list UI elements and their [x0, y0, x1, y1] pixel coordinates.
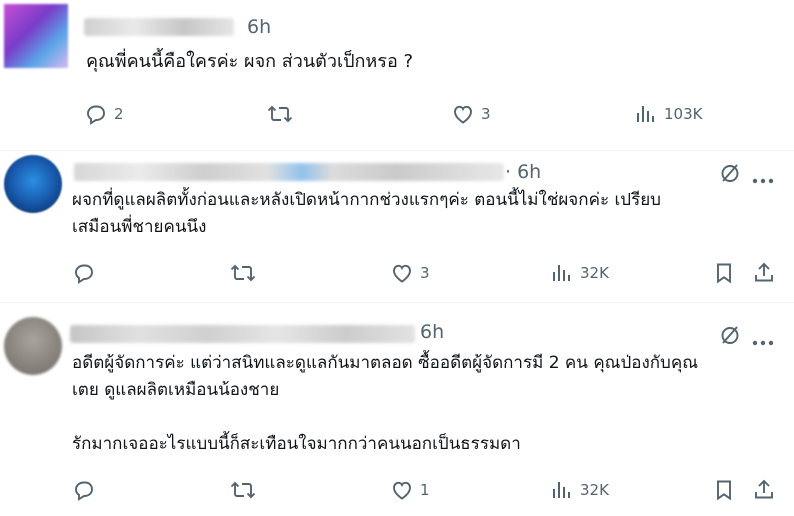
- repost-button[interactable]: [266, 102, 294, 126]
- heart-icon: [393, 481, 411, 500]
- reply-button[interactable]: [72, 478, 102, 502]
- author-name[interactable]: [84, 18, 234, 36]
- post-text: คุณพี่คนนี้คือใครค่ะ ผจก ส่วนตัวเป็กหรอ …: [86, 51, 414, 72]
- post-text: ผจกที่ดูแลผลิตทั้งก่อนและหลังเปิดหน้ากาก…: [72, 190, 661, 237]
- bookmark-button[interactable]: [712, 261, 736, 289]
- reply-button[interactable]: [72, 261, 102, 285]
- share-icon: [755, 479, 773, 499]
- author-name[interactable]: [70, 325, 415, 343]
- reply-count: 2: [114, 105, 124, 123]
- like-count: 3: [420, 264, 430, 282]
- post-1[interactable]: 6h คุณพี่คนนี้คือใครค่ะ ผจก ส่วนตัวเป็กห…: [0, 0, 794, 150]
- avatar[interactable]: [4, 155, 62, 213]
- share-icon: [755, 262, 773, 282]
- post-time[interactable]: 6h: [420, 321, 444, 343]
- grok-button[interactable]: [718, 323, 742, 351]
- views-icon: [553, 482, 570, 498]
- views-button[interactable]: 103K: [634, 102, 702, 126]
- repost-icon: [230, 264, 256, 282]
- grok-button[interactable]: [718, 161, 742, 189]
- post-3[interactable]: 6h อดีตผู้จัดการค่ะ แต่ว่าสนิทและดูแลกัน…: [0, 303, 794, 516]
- repost-button[interactable]: [229, 261, 257, 285]
- views-icon: [637, 106, 654, 122]
- grok-icon: [721, 326, 739, 344]
- views-count: 103K: [664, 105, 703, 123]
- views-count: 32K: [580, 481, 609, 499]
- post-time[interactable]: · 6h: [505, 161, 541, 183]
- views-count: 32K: [580, 264, 609, 282]
- bookmark-button[interactable]: [712, 478, 736, 506]
- bookmark-icon: [717, 480, 731, 501]
- author-name[interactable]: [74, 163, 504, 181]
- more-button[interactable]: [752, 331, 774, 350]
- more-icon: [752, 340, 774, 346]
- heart-icon: [454, 105, 472, 124]
- avatar[interactable]: [4, 4, 68, 68]
- post-time[interactable]: 6h: [247, 16, 271, 38]
- reply-icon: [87, 105, 105, 125]
- repost-icon: [267, 105, 293, 123]
- heart-icon: [393, 264, 411, 283]
- share-button[interactable]: [752, 478, 776, 506]
- more-button[interactable]: [752, 169, 774, 188]
- post-2[interactable]: · 6h ผจกที่ดูแลผลิตทั้งก่อนและหลังเปิดหน…: [0, 151, 794, 301]
- avatar[interactable]: [4, 317, 62, 375]
- like-count: 3: [481, 105, 491, 123]
- views-icon: [553, 265, 570, 281]
- like-button[interactable]: 3: [451, 102, 491, 126]
- bookmark-icon: [717, 263, 731, 284]
- like-button[interactable]: 3: [390, 261, 430, 285]
- post-text: อดีตผู้จัดการค่ะ แต่ว่าสนิทและดูแลกันมาต…: [72, 353, 698, 454]
- grok-icon: [721, 164, 739, 182]
- views-button[interactable]: 32K: [550, 261, 609, 285]
- repost-button[interactable]: [229, 478, 257, 502]
- share-button[interactable]: [752, 261, 776, 289]
- views-button[interactable]: 32K: [550, 478, 609, 502]
- repost-icon: [230, 481, 256, 499]
- reply-icon: [75, 481, 93, 501]
- reply-icon: [75, 264, 93, 284]
- like-button[interactable]: 1: [390, 478, 430, 502]
- reply-button[interactable]: 2: [84, 102, 124, 126]
- more-icon: [752, 178, 774, 184]
- like-count: 1: [420, 481, 430, 499]
